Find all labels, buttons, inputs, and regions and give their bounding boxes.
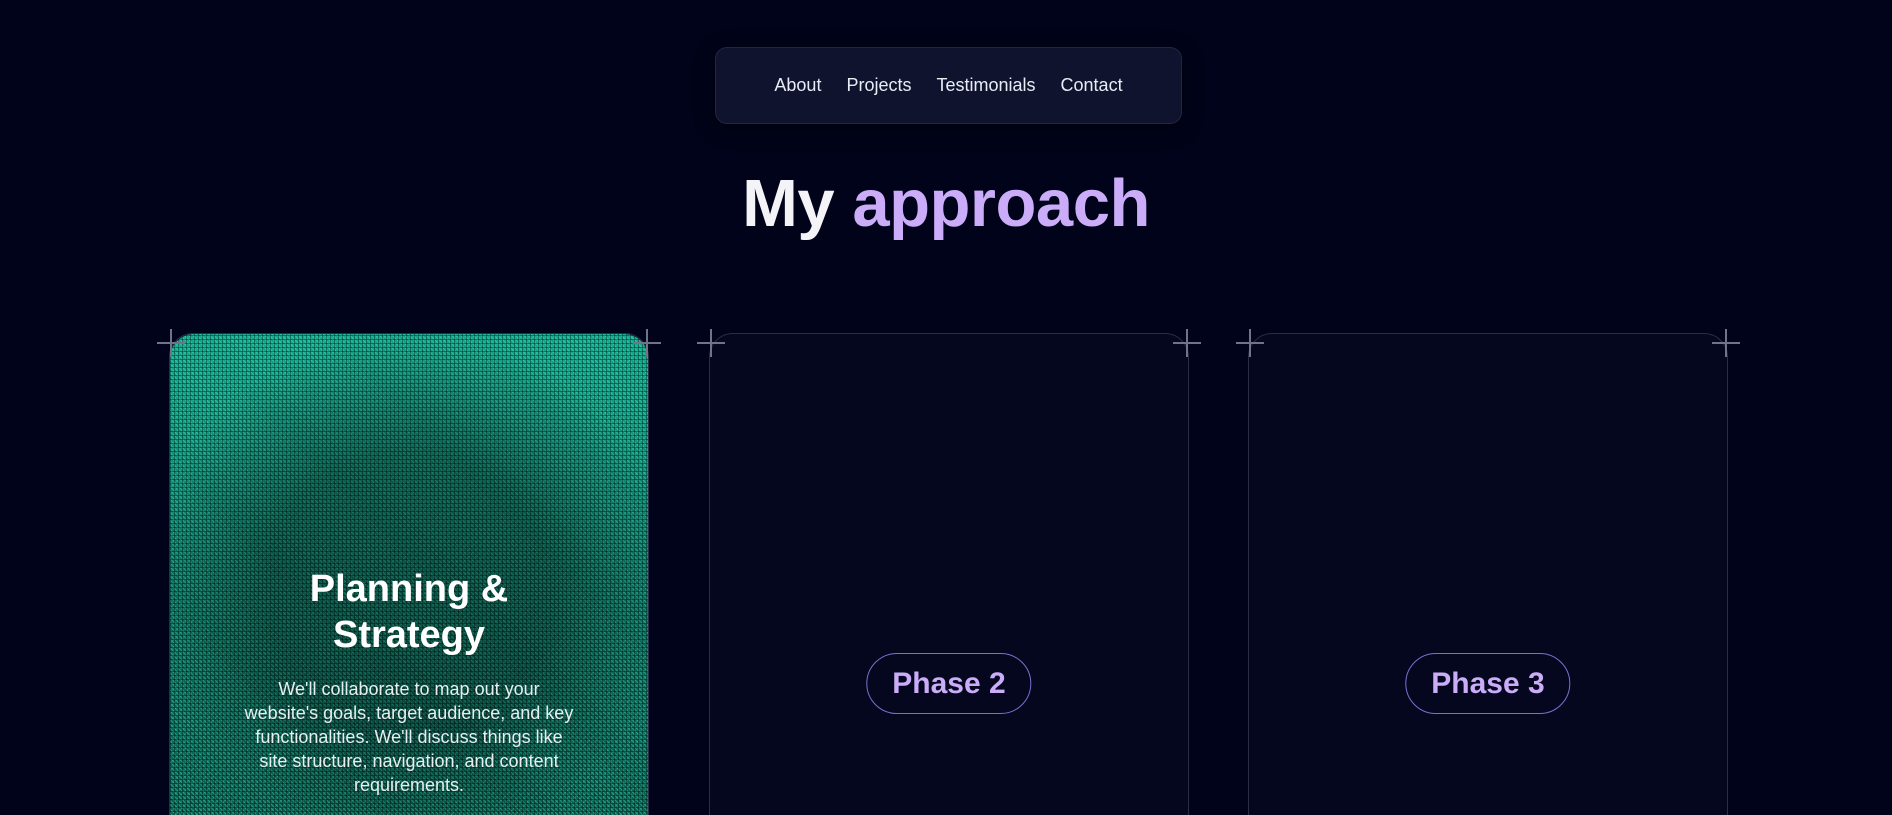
card-description: We'll collaborate to map out your websit… [244,679,574,795]
nav-link-projects[interactable]: Projects [846,75,911,96]
section-heading: My approach [0,165,1892,242]
plus-corner-icon [1236,329,1264,357]
plus-corner-icon [697,329,725,357]
plus-corner-icon [1712,329,1740,357]
plus-corner-icon [1173,329,1201,357]
plus-corner-icon [157,329,185,357]
approach-card-phase-3[interactable]: Phase 3 [1236,329,1740,815]
nav-link-testimonials[interactable]: Testimonials [936,75,1035,96]
nav-link-about[interactable]: About [774,75,821,96]
phase-2-badge[interactable]: Phase 2 [866,653,1032,714]
plus-corner-icon [633,329,661,357]
nav-link-contact[interactable]: Contact [1061,75,1123,96]
heading-accent: approach [852,166,1150,241]
phase-3-badge[interactable]: Phase 3 [1405,653,1571,714]
heading-plain: My [742,166,835,241]
page: About Projects Testimonials Contact My a… [0,0,1892,815]
top-navbar: About Projects Testimonials Contact [715,47,1182,124]
approach-card-planning[interactable]: Planning & Strategy We'll collaborate to… [157,329,661,815]
approach-card-phase-2[interactable]: Phase 2 [697,329,1201,815]
card-title: Planning & Strategy [309,568,509,656]
